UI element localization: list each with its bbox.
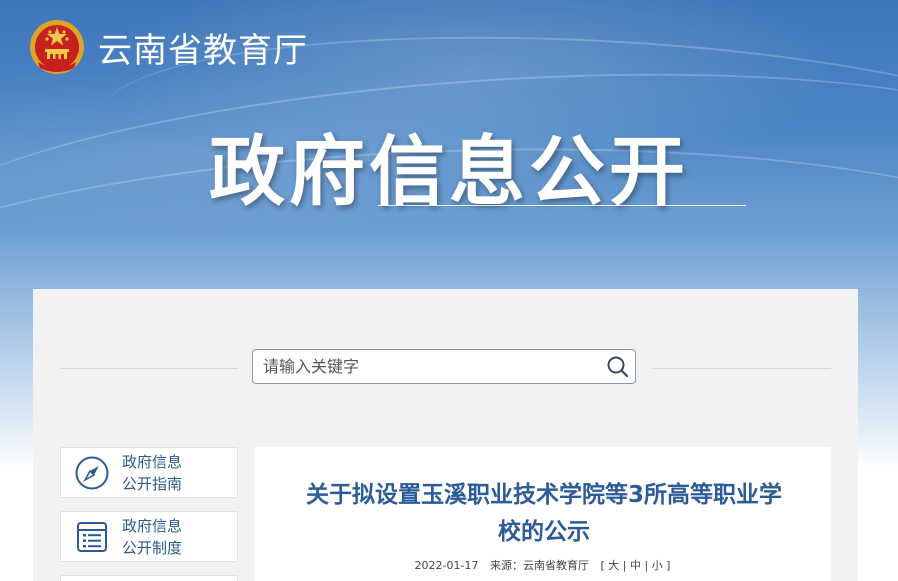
article-card: 关于拟设置玉溪职业技术学院等3所高等职业学校的公示 2022-01-17 来源：…: [254, 447, 831, 581]
org-name: 云南省教育厅: [98, 30, 308, 71]
font-size-small[interactable]: 小: [652, 559, 663, 572]
document-list-icon: [77, 521, 107, 552]
source-label: 来源：: [489, 559, 523, 572]
search-input[interactable]: [253, 357, 601, 376]
sidebar-item-partial[interactable]: [60, 575, 238, 581]
sidebar-item-label: 政府信息 公开制度: [122, 516, 183, 557]
title-underline: [378, 205, 746, 206]
site-brand[interactable]: 云南省教育厅: [28, 18, 308, 76]
article-source: 来源：云南省教育厅: [490, 559, 589, 572]
article-meta: 2022-01-17 来源：云南省教育厅 [ 大 | 中 | 小 ]: [254, 557, 831, 573]
font-size-medium[interactable]: 中: [630, 559, 641, 572]
sidebar-item-disclosure-system[interactable]: 政府信息 公开制度: [60, 511, 238, 562]
sidebar-item-label: 政府信息 公开指南: [122, 452, 183, 493]
font-size-control: [ 大 | 中 | 小 ]: [600, 559, 671, 572]
compass-icon: [75, 456, 109, 489]
search-button[interactable]: [601, 350, 635, 383]
article-title: 关于拟设置玉溪职业技术学院等3所高等职业学校的公示: [305, 482, 782, 545]
source-value: 云南省教育厅: [522, 559, 589, 572]
search-divider-right: [653, 368, 831, 369]
content-panel: 政府信息 公开指南 政府信息 公开制度 关于拟设置玉溪职业技术学院等3所高等职业…: [33, 289, 858, 581]
banner-title: 政府信息公开: [209, 127, 689, 216]
national-emblem-icon: [30, 20, 84, 74]
search-divider-left: [60, 368, 238, 369]
font-size-large[interactable]: 大: [608, 559, 619, 572]
search-icon: [607, 356, 629, 377]
article-date: 2022-01-17: [414, 559, 479, 572]
sidebar-item-disclosure-guide[interactable]: 政府信息 公开指南: [60, 447, 238, 498]
search-box: [252, 349, 636, 384]
